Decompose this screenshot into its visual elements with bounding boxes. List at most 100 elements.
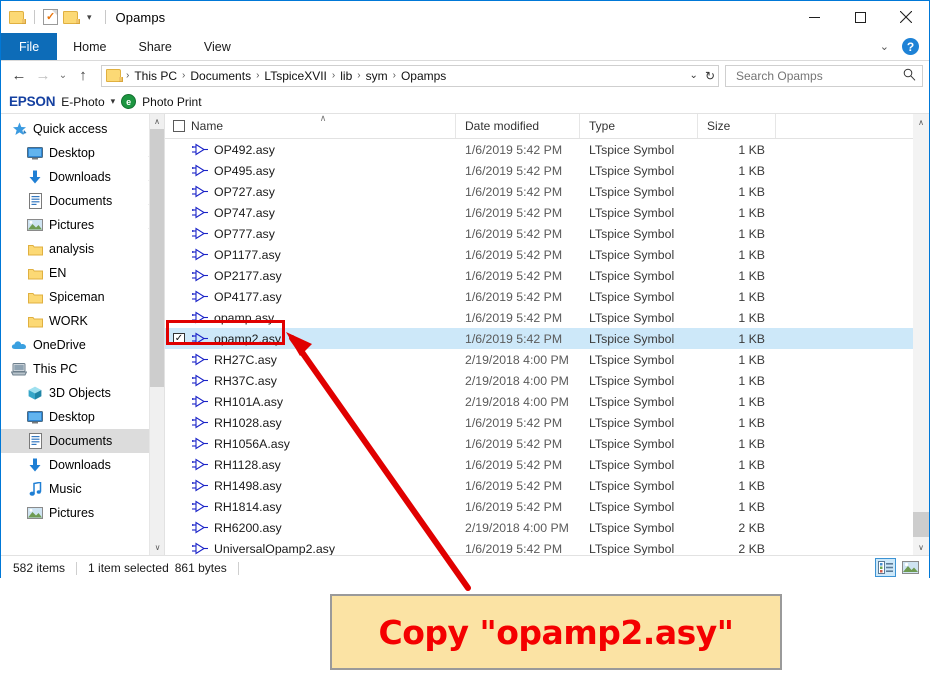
file-name-cell[interactable]: OP777.asy (191, 227, 456, 241)
file-name-cell[interactable]: RH1056A.asy (191, 437, 456, 451)
photo-print-label[interactable]: Photo Print (142, 95, 201, 109)
table-row[interactable]: RH6200.asy 2/19/2018 4:00 PM LTspice Symbo… (165, 517, 929, 538)
new-folder-icon[interactable] (63, 10, 80, 25)
table-row[interactable]: RH1498.asy 1/6/2019 5:42 PM LTspice Symbol… (165, 475, 929, 496)
minimize-button[interactable] (791, 1, 837, 33)
file-name-cell[interactable]: RH1028.asy (191, 416, 456, 430)
table-row[interactable]: OP1177.asy 1/6/2019 5:42 PM LTspice Symbol… (165, 244, 929, 265)
file-name-cell[interactable]: OP2177.asy (191, 269, 456, 283)
table-row[interactable]: RH1028.asy 1/6/2019 5:42 PM LTspice Symbol… (165, 412, 929, 433)
table-row[interactable]: RH1814.asy 1/6/2019 5:42 PM LTspice Symbol… (165, 496, 929, 517)
scrollbar-thumb[interactable] (913, 512, 929, 537)
table-row[interactable]: RH101A.asy 2/19/2018 4:00 PM LTspice Symbo… (165, 391, 929, 412)
column-header-name[interactable]: ∧ Name (191, 114, 456, 138)
file-name-cell[interactable]: UniversalOpamp2.asy (191, 542, 456, 555)
address-bar[interactable]: › This PC › Documents › LTspiceXVII › li… (101, 64, 719, 87)
sidebar-item-onedrive[interactable]: OneDrive (1, 333, 164, 357)
properties-icon[interactable]: ✓ (43, 9, 58, 25)
folder-icon[interactable] (9, 10, 26, 25)
file-list-scrollbar[interactable]: ∧ ∨ (913, 114, 929, 555)
maximize-button[interactable] (837, 1, 883, 33)
file-name-cell[interactable]: RH1128.asy (191, 458, 456, 472)
tab-view[interactable]: View (188, 33, 247, 60)
chevron-down-icon[interactable]: ⌄ (690, 70, 698, 81)
table-row[interactable]: opamp.asy 1/6/2019 5:42 PM LTspice Symbol 1… (165, 307, 929, 328)
table-row[interactable]: RH1128.asy 1/6/2019 5:42 PM LTspice Symbol… (165, 454, 929, 475)
breadcrumb-item-this-pc[interactable]: This PC (130, 69, 181, 83)
file-name-cell[interactable]: RH27C.asy (191, 353, 456, 367)
breadcrumb-item-lib[interactable]: lib (336, 69, 356, 83)
select-all-checkbox[interactable] (173, 120, 185, 132)
table-row[interactable]: ✓ opamp2.asy 1/6/2019 5:42 PM LTspice Symbo… (165, 328, 929, 349)
select-all-checkbox-cell[interactable] (165, 114, 191, 138)
up-button[interactable]: ↑ (71, 64, 95, 88)
sidebar-item-spiceman[interactable]: Spiceman (1, 285, 164, 309)
file-name-cell[interactable]: OP1177.asy (191, 248, 456, 262)
search-input[interactable] (734, 67, 898, 84)
scroll-down-icon[interactable]: ∨ (913, 539, 929, 555)
sidebar-item-3d-objects[interactable]: 3D Objects (1, 381, 164, 405)
sidebar-item-en[interactable]: EN (1, 261, 164, 285)
file-name-cell[interactable]: OP492.asy (191, 143, 456, 157)
sidebar-item-documents[interactable]: Documents (1, 429, 164, 453)
table-row[interactable]: OP777.asy 1/6/2019 5:42 PM LTspice Symbol 1… (165, 223, 929, 244)
file-name-cell[interactable]: RH1498.asy (191, 479, 456, 493)
column-header-type[interactable]: Type (580, 114, 698, 138)
sidebar-item-work[interactable]: WORK (1, 309, 164, 333)
column-header-size[interactable]: Size (698, 114, 776, 138)
sidebar-item-downloads[interactable]: Downloads (1, 165, 164, 189)
sidebar-item-music[interactable]: Music (1, 477, 164, 501)
breadcrumb-item-sym[interactable]: sym (362, 69, 392, 83)
table-row[interactable]: OP2177.asy 1/6/2019 5:42 PM LTspice Symbol… (165, 265, 929, 286)
breadcrumb-item-opamps[interactable]: Opamps (397, 69, 450, 83)
epson-app-label[interactable]: E-Photo (61, 95, 104, 109)
sidebar-item-documents[interactable]: Documents (1, 189, 164, 213)
sidebar-item-downloads[interactable]: Downloads (1, 453, 164, 477)
file-name-cell[interactable]: RH6200.asy (191, 521, 456, 535)
file-name-cell[interactable]: OP747.asy (191, 206, 456, 220)
row-checkbox[interactable]: ✓ (173, 332, 185, 345)
sidebar-item-desktop[interactable]: Desktop (1, 141, 164, 165)
sidebar-item-quick-access[interactable]: Quick access (1, 117, 164, 141)
sidebar-item-pictures[interactable]: Pictures (1, 501, 164, 525)
table-row[interactable]: OP727.asy 1/6/2019 5:42 PM LTspice Symbol 1… (165, 181, 929, 202)
file-name-cell[interactable]: RH37C.asy (191, 374, 456, 388)
help-icon[interactable]: ? (902, 38, 919, 55)
column-header-date[interactable]: Date modified (456, 114, 580, 138)
recent-locations-button[interactable]: ⌄ (55, 64, 71, 88)
breadcrumb-item-documents[interactable]: Documents (186, 69, 255, 83)
table-row[interactable]: RH1056A.asy 1/6/2019 5:42 PM LTspice Symbo… (165, 433, 929, 454)
file-name-cell[interactable]: opamp.asy (191, 311, 456, 325)
photo-print-icon[interactable]: e (121, 94, 137, 109)
table-row[interactable]: RH37C.asy 2/19/2018 4:00 PM LTspice Symbol… (165, 370, 929, 391)
sidebar-item-this-pc[interactable]: This PC (1, 357, 164, 381)
forward-button[interactable]: → (31, 64, 55, 88)
breadcrumb-item-ltspicexvii[interactable]: LTspiceXVII (260, 69, 330, 83)
large-icons-view-button[interactable] (900, 558, 921, 577)
table-row[interactable]: OP747.asy 1/6/2019 5:42 PM LTspice Symbol 1… (165, 202, 929, 223)
file-name-cell[interactable]: RH101A.asy (191, 395, 456, 409)
chevron-down-icon[interactable]: ⌄ (875, 40, 894, 53)
navigation-scrollbar[interactable]: ∧ ∨ (149, 114, 164, 555)
scroll-up-icon[interactable]: ∧ (913, 114, 929, 130)
tab-file[interactable]: File (1, 33, 58, 60)
close-button[interactable] (883, 1, 929, 33)
row-checkbox-cell[interactable]: ✓ (165, 332, 191, 345)
table-row[interactable]: OP4177.asy 1/6/2019 5:42 PM LTspice Symbol… (165, 286, 929, 307)
back-button[interactable]: ← (7, 64, 31, 88)
search-icon[interactable] (903, 68, 916, 84)
sidebar-item-desktop[interactable]: Desktop (1, 405, 164, 429)
file-name-cell[interactable]: OP727.asy (191, 185, 456, 199)
chevron-down-icon[interactable]: ▾ (87, 12, 92, 23)
refresh-icon[interactable]: ↻ (705, 69, 715, 83)
search-box[interactable] (725, 64, 923, 87)
chevron-down-icon[interactable]: ▾ (111, 96, 116, 107)
tab-share[interactable]: Share (123, 33, 188, 60)
scroll-down-icon[interactable]: ∨ (150, 540, 164, 555)
scroll-up-icon[interactable]: ∧ (150, 114, 164, 129)
sidebar-item-pictures[interactable]: Pictures (1, 213, 164, 237)
sidebar-item-analysis[interactable]: analysis (1, 237, 164, 261)
tab-home[interactable]: Home (57, 33, 122, 60)
file-name-cell[interactable]: OP495.asy (191, 164, 456, 178)
table-row[interactable]: OP492.asy 1/6/2019 5:42 PM LTspice Symbol 1… (165, 139, 929, 160)
